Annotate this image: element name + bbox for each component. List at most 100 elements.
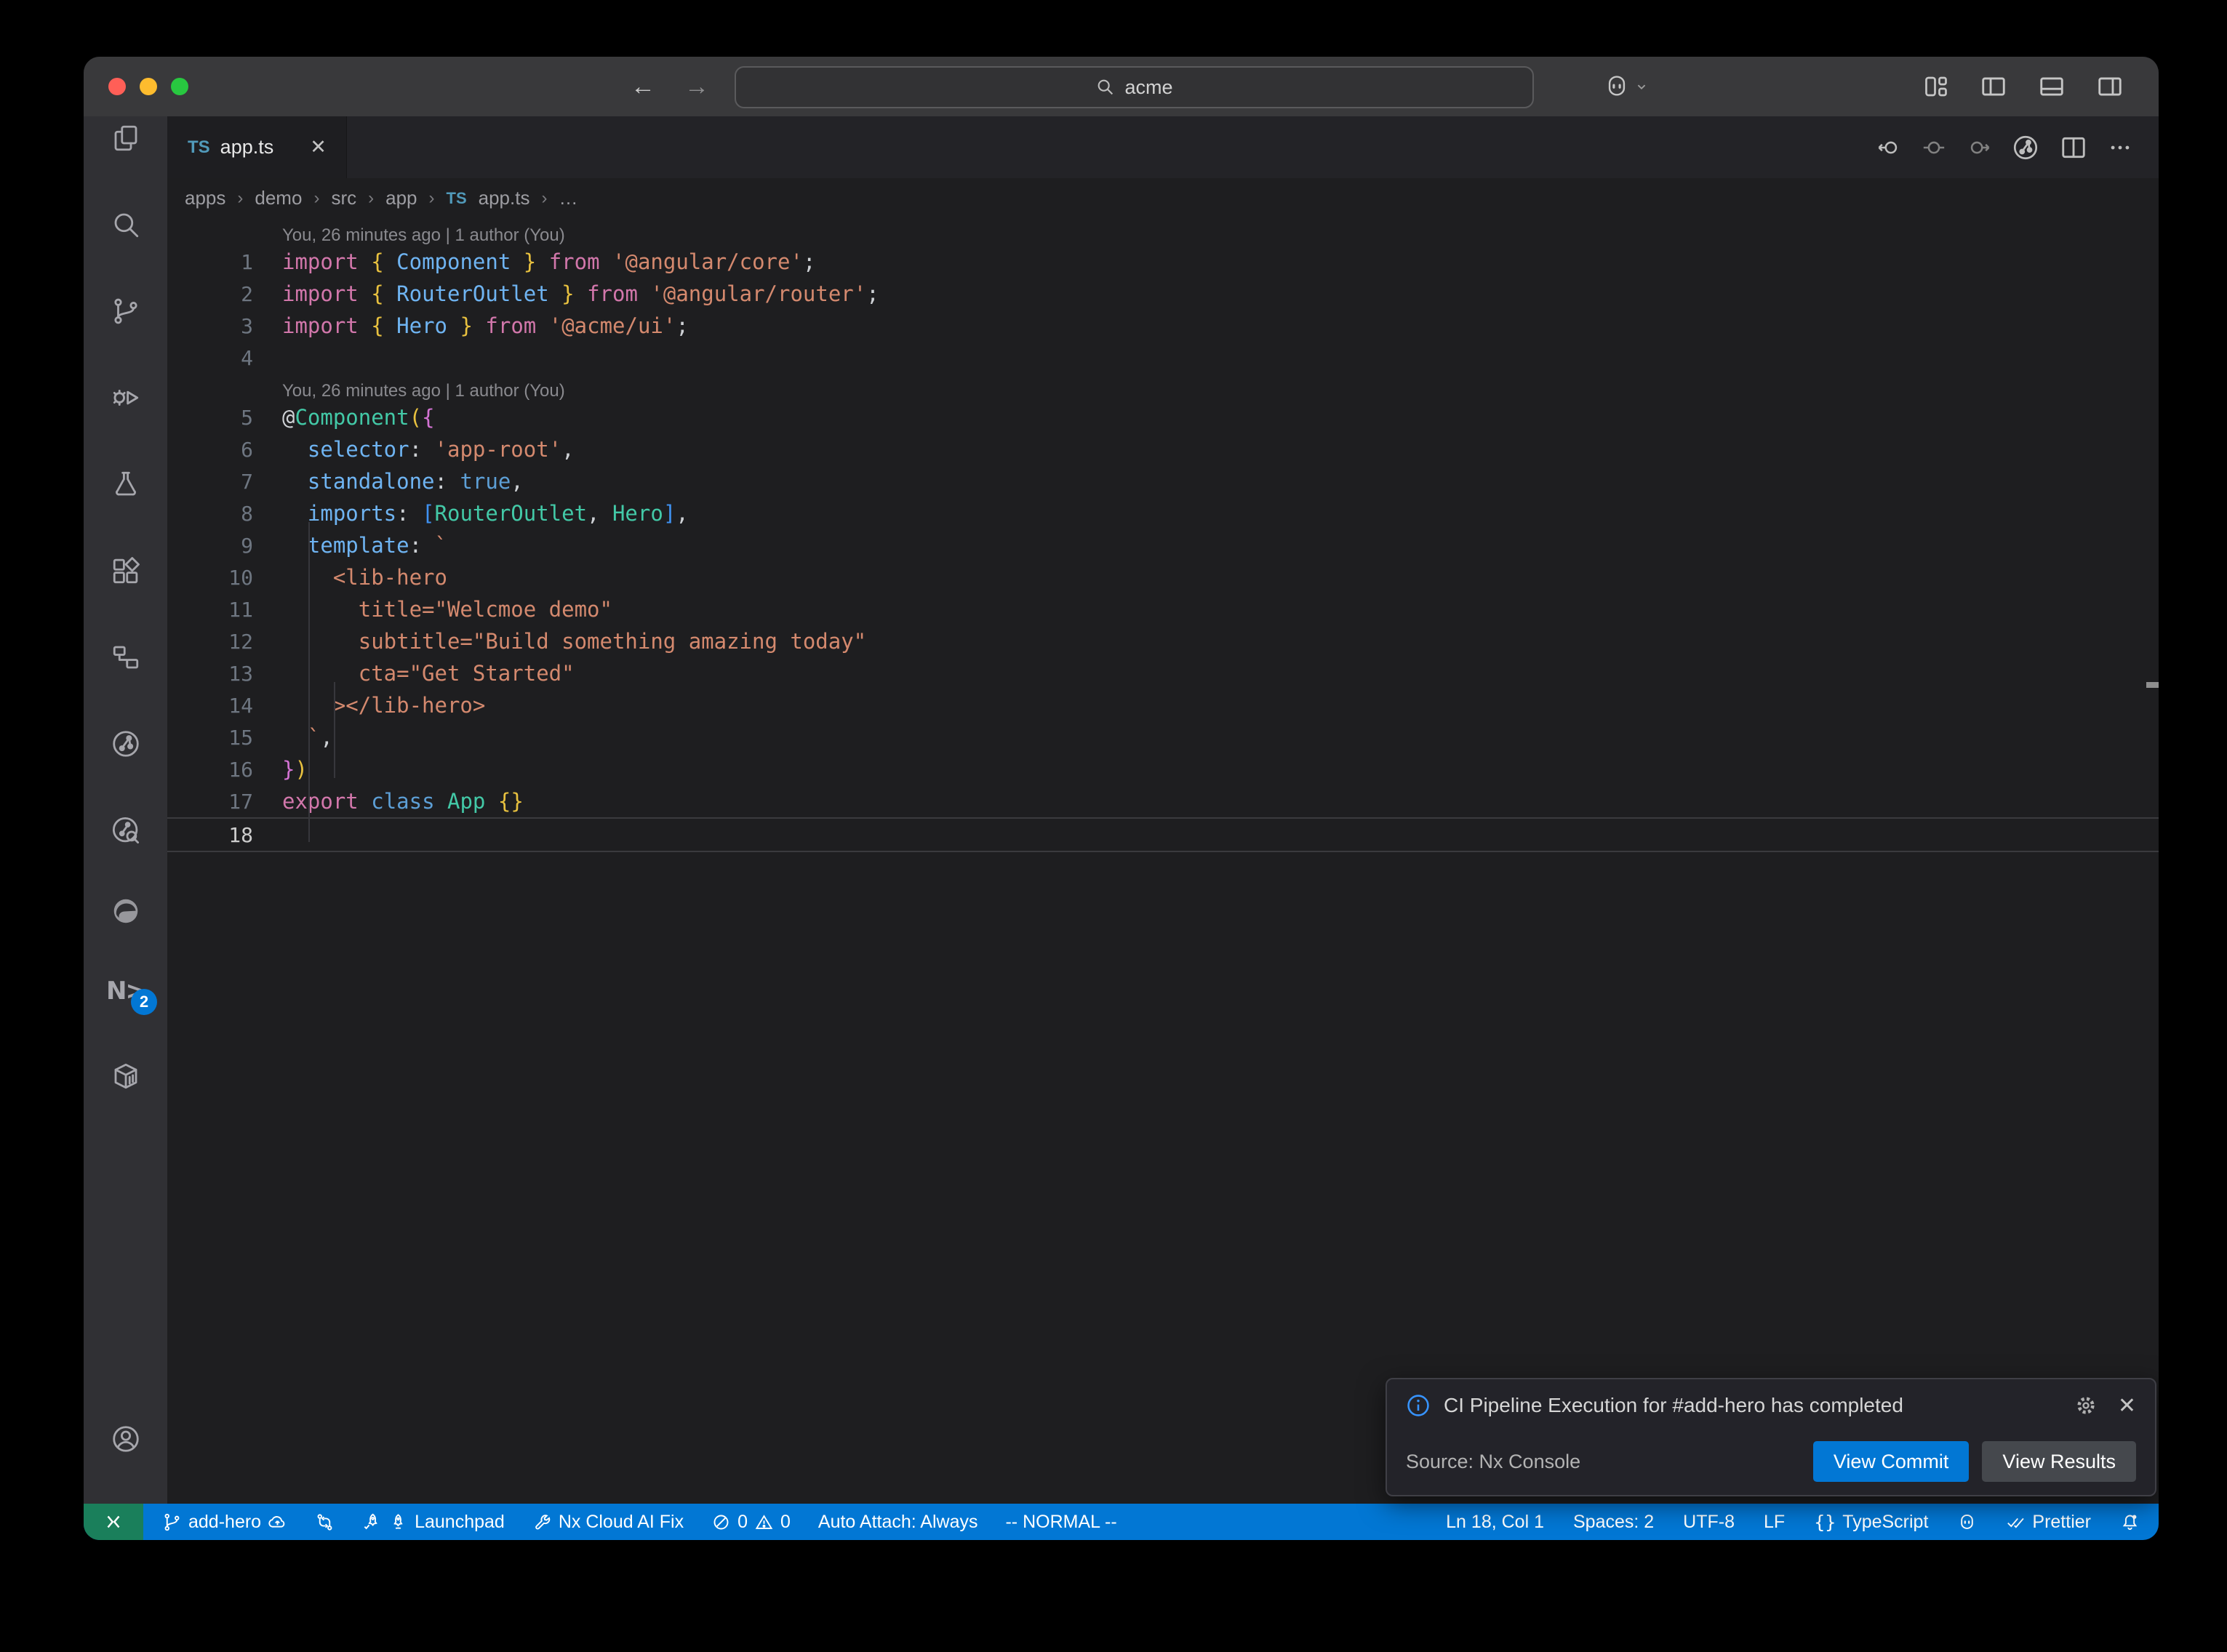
code-line-5[interactable]: 5@Component({ (167, 401, 2159, 433)
activity-item-nx-graph-search[interactable] (84, 798, 167, 863)
status-item-notifications[interactable] (2120, 1512, 2140, 1532)
activity-item-containers[interactable] (84, 1043, 167, 1109)
code-line-18[interactable]: 18 (167, 817, 2159, 852)
line-number: 9 (167, 534, 253, 558)
zoom-window-button[interactable] (171, 78, 188, 95)
breadcrumb-item-apps[interactable]: apps (185, 187, 225, 209)
activity-item-edge-tools[interactable] (84, 878, 167, 944)
copilot-icon[interactable] (1604, 74, 1629, 99)
activity-item-nx-console[interactable]: N>2 (84, 958, 167, 1024)
activity-item-search[interactable] (84, 192, 167, 257)
code-line-11[interactable]: 11 title="Welcmoe demo" (167, 593, 2159, 625)
code-line-1[interactable]: 1import { Component } from '@angular/cor… (167, 246, 2159, 278)
toggle-primary-sidebar-icon[interactable] (1980, 73, 2007, 100)
breadcrumb-item-app[interactable]: app (385, 187, 417, 209)
split-editor-icon[interactable] (2060, 134, 2087, 161)
customize-layout-icon[interactable] (1923, 73, 1949, 100)
activity-item-run-debug[interactable] (84, 365, 167, 430)
status-item-auto-attach[interactable]: Auto Attach: Always (818, 1512, 978, 1533)
double-check-icon (2006, 1512, 2026, 1532)
status-item-launchpad[interactable]: Launchpad (362, 1512, 505, 1533)
close-window-button[interactable] (108, 78, 126, 95)
activity-item-source-control[interactable] (84, 278, 167, 344)
status-item-problems[interactable]: 00 (711, 1512, 791, 1533)
line-number: 4 (167, 346, 253, 370)
code-line-14[interactable]: 14 ></lib-hero> (167, 689, 2159, 721)
status-item-vim-mode[interactable]: -- NORMAL -- (1005, 1512, 1116, 1533)
activity-item-extensions[interactable] (84, 538, 167, 604)
line-number: 18 (167, 823, 253, 847)
breadcrumb[interactable]: apps›demo›src›app›TSapp.ts›… (167, 178, 2159, 218)
line-number: 13 (167, 662, 253, 686)
status-item-formatter[interactable]: Prettier (2006, 1512, 2091, 1533)
testing-icon (111, 469, 141, 500)
more-actions-icon[interactable] (2108, 135, 2132, 160)
code-line-3[interactable]: 3import { Hero } from '@acme/ui'; (167, 310, 2159, 342)
status-item-indentation[interactable]: Spaces: 2 (1573, 1512, 1654, 1533)
code-line-7[interactable]: 7 standalone: true, (167, 465, 2159, 497)
breadcrumb-overflow[interactable]: … (559, 187, 577, 209)
wrench-icon (532, 1512, 552, 1532)
status-item-eol[interactable]: LF (1764, 1512, 1785, 1533)
status-item-nx-cloud-ai-fix[interactable]: Nx Cloud AI Fix (532, 1512, 684, 1533)
code-line-13[interactable]: 13 cta="Get Started" (167, 657, 2159, 689)
code-text: import { RouterOutlet } from '@angular/r… (253, 281, 879, 306)
breadcrumb-item-demo[interactable]: demo (255, 187, 302, 209)
tab-app-ts[interactable]: TS app.ts ✕ (167, 116, 347, 178)
view-results-button[interactable]: View Results (1982, 1441, 2136, 1482)
breadcrumb-item-file[interactable]: app.ts (479, 187, 530, 209)
breadcrumb-item-src[interactable]: src (331, 187, 356, 209)
status-item-cursor-position[interactable]: Ln 18, Col 1 (1446, 1512, 1544, 1533)
status-item-copilot[interactable] (1957, 1512, 1977, 1532)
nx-project-graph-icon[interactable] (2012, 134, 2039, 161)
line-number: 2 (167, 282, 253, 306)
reverse-continue-icon[interactable] (1922, 135, 1946, 160)
rocket-icon (388, 1512, 408, 1532)
navigate-forward-icon[interactable]: → (684, 73, 709, 101)
activity-item-testing[interactable] (84, 452, 167, 517)
toggle-panel-icon[interactable] (2038, 73, 2066, 100)
code-line-2[interactable]: 2import { RouterOutlet } from '@angular/… (167, 278, 2159, 310)
compare-icon (315, 1512, 335, 1532)
continue-forward-icon[interactable] (1967, 135, 1991, 160)
code-line-9[interactable]: 9 template: ` (167, 529, 2159, 561)
status-item-encoding[interactable]: UTF-8 (1683, 1512, 1735, 1533)
code-line-6[interactable]: 6 selector: 'app-root', (167, 433, 2159, 465)
toggle-secondary-sidebar-icon[interactable] (2096, 73, 2124, 100)
gitlens-blame-annotation[interactable]: You, 26 minutes ago | 1 author (You) (167, 218, 2159, 246)
code-line-16[interactable]: 16}) (167, 753, 2159, 785)
status-item-compare-changes[interactable] (315, 1512, 335, 1532)
step-back-icon[interactable] (1876, 135, 1901, 160)
code-editor[interactable]: You, 26 minutes ago | 1 author (You)1imp… (167, 218, 2159, 852)
close-tab-icon[interactable]: ✕ (310, 136, 327, 159)
activity-item-nx-graph[interactable] (84, 711, 167, 777)
status-label: 0 (780, 1512, 791, 1533)
explorer-icon (111, 123, 141, 153)
notification-toast: CI Pipeline Execution for #add-hero has … (1386, 1378, 2156, 1496)
activity-item-hierarchy[interactable] (84, 625, 167, 690)
navigate-back-icon[interactable]: ← (631, 73, 655, 101)
activity-item-explorer[interactable] (84, 105, 167, 171)
code-text: subtitle="Build something amazing today" (253, 629, 866, 654)
activity-item-account[interactable] (84, 1406, 167, 1472)
code-line-10[interactable]: 10 <lib-hero (167, 561, 2159, 593)
notification-settings-gear-icon[interactable] (2074, 1394, 2098, 1417)
code-line-15[interactable]: 15 `, (167, 721, 2159, 753)
code-line-17[interactable]: 17export class App {} (167, 785, 2159, 817)
command-center-search[interactable]: acme (735, 66, 1534, 108)
activity-bar: N>2 (84, 116, 167, 1504)
title-bar: ← → acme (84, 57, 2159, 116)
status-item-branch[interactable]: add-hero (162, 1512, 287, 1533)
gitlens-blame-annotation[interactable]: You, 26 minutes ago | 1 author (You) (167, 374, 2159, 401)
chevron-down-icon[interactable] (1634, 79, 1650, 95)
close-notification-icon[interactable]: ✕ (2118, 1393, 2136, 1419)
remote-indicator[interactable] (84, 1504, 143, 1540)
code-line-12[interactable]: 12 subtitle="Build something amazing tod… (167, 625, 2159, 657)
minimize-window-button[interactable] (140, 78, 157, 95)
view-commit-button[interactable]: View Commit (1813, 1441, 1970, 1482)
line-number: 8 (167, 502, 253, 526)
code-line-4[interactable]: 4 (167, 342, 2159, 374)
code-line-8[interactable]: 8 imports: [RouterOutlet, Hero], (167, 497, 2159, 529)
status-item-language-mode[interactable]: {}TypeScript (1814, 1512, 1928, 1533)
cloud-up-icon (268, 1512, 287, 1532)
